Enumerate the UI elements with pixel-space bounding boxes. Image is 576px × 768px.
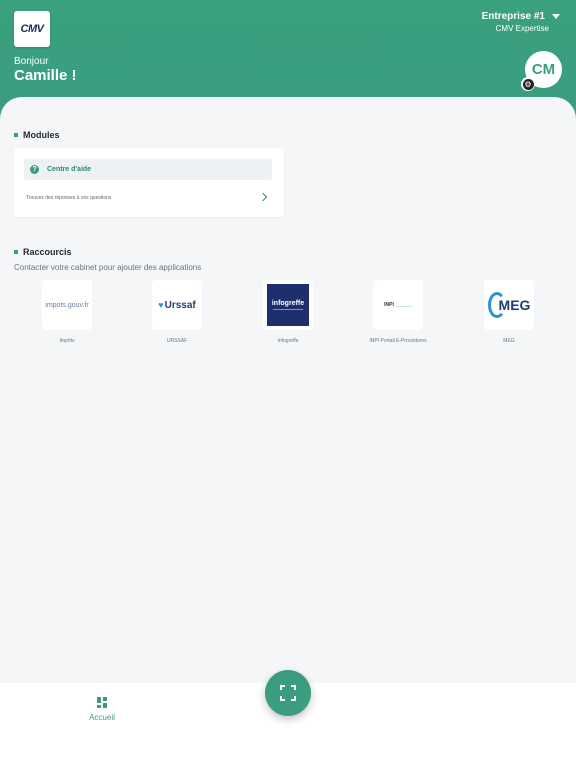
- section-bullet-icon: [14, 133, 18, 137]
- help-center-description: Trouvez des réponses à vos questions: [26, 195, 112, 201]
- shortcut-label: MEG: [503, 338, 515, 344]
- company-name: Entreprise #1: [481, 11, 545, 22]
- avatar-initials: CM: [531, 61, 556, 78]
- shortcut-infogreffe[interactable]: infogreffe Infogreffe: [253, 280, 323, 344]
- shortcut-label: Infogreffe: [277, 338, 299, 344]
- gear-icon: ⚙: [522, 78, 534, 90]
- modules-title: Modules: [14, 130, 60, 140]
- shortcut-label: Impôts: [59, 338, 75, 344]
- scan-button[interactable]: [265, 670, 311, 716]
- impots-logo-text: impots.gouv.fr: [45, 301, 89, 309]
- chevron-right-icon[interactable]: [258, 192, 268, 202]
- meg-logo-text: MEG: [498, 297, 531, 313]
- chevron-down-icon: [552, 14, 560, 19]
- section-bullet-icon: [14, 250, 18, 254]
- shortcut-label: INPI Portail E-Procédures: [369, 338, 427, 344]
- meg-logo: MEG: [484, 280, 534, 330]
- infogreffe-underline: [273, 309, 303, 310]
- urssaf-logo: ♥ Urssaf: [152, 280, 202, 330]
- scan-frame-icon: [280, 685, 296, 701]
- modules-title-text: Modules: [23, 130, 60, 140]
- inpi-logo-text: INPI: [384, 302, 394, 308]
- urssaf-logo-text: Urssaf: [164, 299, 196, 311]
- help-center-card[interactable]: ? Centre d'aide Trouvez des réponses à v…: [14, 148, 284, 217]
- shortcut-impots[interactable]: impots.gouv.fr Impôts: [32, 280, 102, 344]
- shortcuts-subtitle: Contacter votre cabinet pour ajouter des…: [14, 263, 202, 272]
- inpi-logo: INPI ————: [373, 280, 423, 330]
- greeting-text: Bonjour: [14, 56, 49, 67]
- infogreffe-logo-text: infogreffe: [271, 300, 305, 307]
- tab-home-label: Accueil: [89, 713, 115, 722]
- user-name: Camille !: [14, 67, 77, 84]
- shortcuts-title: Raccourcis: [14, 247, 72, 257]
- company-selector[interactable]: Entreprise #1 CMV Expertise: [482, 11, 560, 33]
- shortcut-urssaf[interactable]: ♥ Urssaf URSSAF: [142, 280, 212, 344]
- urssaf-mark-icon: ♥: [158, 300, 164, 310]
- dashboard-icon: [97, 697, 107, 708]
- tab-home[interactable]: Accueil: [82, 697, 122, 722]
- inpi-logo-line: ————: [395, 302, 412, 308]
- help-center-title: Centre d'aide: [47, 166, 92, 173]
- shortcut-label: URSSAF: [166, 338, 188, 344]
- shortcuts-title-text: Raccourcis: [23, 247, 72, 257]
- help-circle-icon: ?: [30, 165, 39, 174]
- shortcut-meg[interactable]: MEG MEG: [474, 280, 544, 344]
- help-center-header: ? Centre d'aide: [24, 159, 272, 180]
- infogreffe-logo: infogreffe: [263, 280, 313, 330]
- impots-logo: impots.gouv.fr: [42, 280, 92, 330]
- logo-text: CMV: [20, 23, 44, 35]
- company-subtitle: CMV Expertise: [495, 24, 549, 33]
- cmv-logo[interactable]: CMV: [14, 11, 50, 47]
- settings-button[interactable]: ⚙: [521, 77, 535, 91]
- shortcut-inpi[interactable]: INPI ———— INPI Portail E-Procédures: [363, 280, 433, 344]
